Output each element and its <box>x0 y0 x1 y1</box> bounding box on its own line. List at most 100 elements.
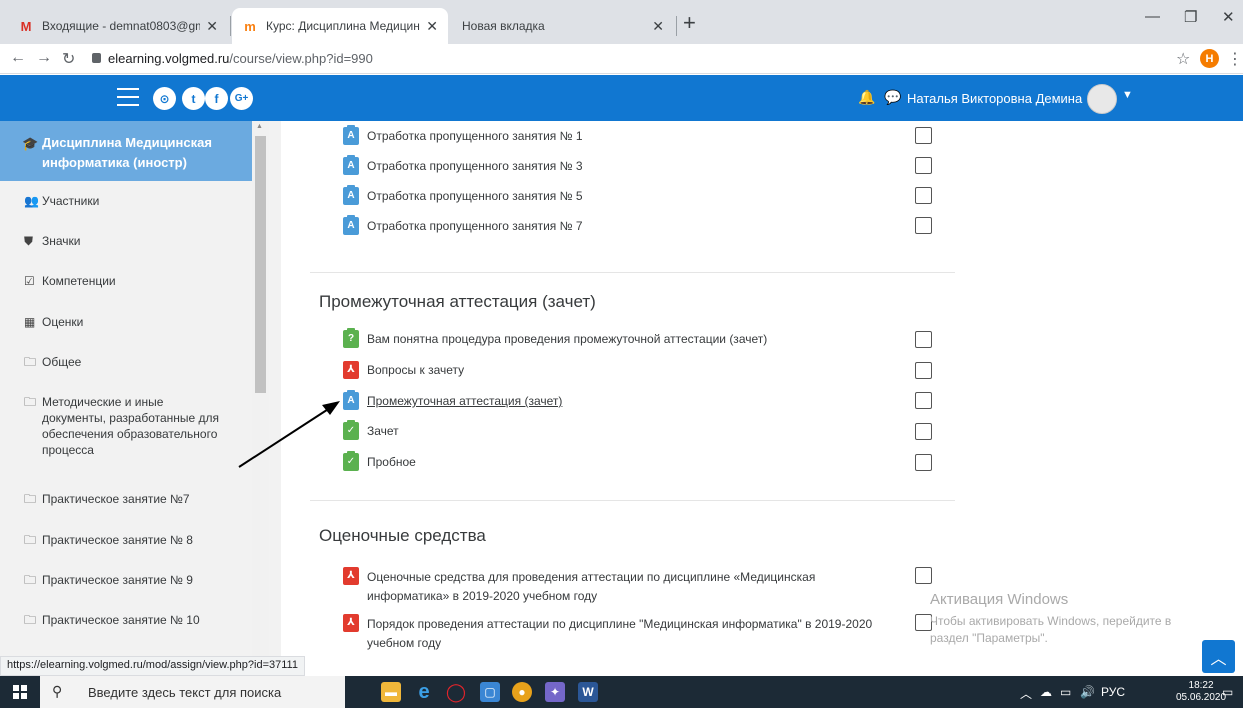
users-icon: 👥 <box>24 194 39 208</box>
chrome-icon[interactable]: ● <box>512 682 532 702</box>
chevron-up-icon: ︿ <box>1210 650 1227 668</box>
windows-taskbar: ⚲ Введите здесь текст для поиска ▬ e ◯ ▢… <box>0 676 1243 708</box>
pdf-icon: ⅄ <box>343 567 359 585</box>
sidebar-item-practice-7[interactable]: 🗀 Практическое занятие №7 <box>24 491 190 507</box>
volume-icon[interactable]: 🔊 <box>1080 685 1095 699</box>
browser-tabstrip: M Входящие - demnat0803@gmail ✕ m Курс: … <box>0 0 1243 44</box>
user-name[interactable]: Наталья Викторовна Демина <box>907 91 1082 106</box>
back-icon[interactable]: ← <box>10 49 26 67</box>
completion-checkbox[interactable] <box>915 157 932 174</box>
sidebar-item-methodical[interactable]: 🗀 Методические и иные документы, разработ… <box>24 394 224 458</box>
activity-link[interactable]: Промежуточная аттестация (зачет) <box>367 394 562 408</box>
sidebar-item-practice-9[interactable]: 🗀 Практическое занятие № 9 <box>24 572 193 588</box>
browser-toolbar: ← → ↻ elearning.volgmed.ru/course/view.p… <box>0 44 1243 74</box>
viewer-icon[interactable]: ✦ <box>545 682 565 702</box>
google-icon[interactable]: ⊙ <box>153 87 176 110</box>
completion-checkbox[interactable] <box>915 454 932 471</box>
notifications-icon[interactable]: ▭ <box>1222 685 1233 699</box>
twitter-icon[interactable]: t <box>182 87 205 110</box>
status-bar-url: https://elearning.volgmed.ru/mod/assign/… <box>0 656 305 676</box>
cloud-icon[interactable]: ☁ <box>1040 685 1052 699</box>
folder-icon: 🗀 <box>24 613 37 627</box>
activity-link[interactable]: Отработка пропущенного занятия № 5 <box>367 189 583 203</box>
google-plus-icon[interactable]: G+ <box>230 87 253 110</box>
section-divider <box>310 500 955 501</box>
completion-checkbox[interactable] <box>915 127 932 144</box>
folder-icon: 🗀 <box>24 492 37 506</box>
site-header: ⊙ t f G+ 🔔 💬 Наталья Викторовна Демина ▼ <box>0 75 1243 121</box>
close-tab-icon[interactable]: ✕ <box>652 18 664 35</box>
forward-icon[interactable]: → <box>36 49 52 67</box>
folder-icon: 🗀 <box>24 533 37 547</box>
tab-new[interactable]: Новая вкладка ✕ <box>452 8 674 44</box>
activity-link[interactable]: Пробное <box>367 455 416 469</box>
taskbar-search-input[interactable]: ⚲ Введите здесь текст для поиска <box>40 676 345 708</box>
completion-checkbox[interactable] <box>915 423 932 440</box>
windows-start-icon[interactable] <box>13 685 27 699</box>
menu-kebab-icon[interactable]: ⋮ <box>1227 49 1243 69</box>
close-tab-icon[interactable]: ✕ <box>426 18 438 35</box>
completion-checkbox[interactable] <box>915 392 932 409</box>
sidebar-item-badges[interactable]: ⛊ Значки <box>24 233 81 249</box>
file-explorer-icon[interactable]: ▬ <box>381 682 401 702</box>
activity-link[interactable]: Отработка пропущенного занятия № 1 <box>367 129 583 143</box>
sidebar-item-practice-8[interactable]: 🗀 Практическое занятие № 8 <box>24 532 193 548</box>
scroll-up-icon[interactable]: ▲ <box>256 123 263 130</box>
section-divider <box>310 272 955 273</box>
language-indicator[interactable]: РУС <box>1101 685 1125 699</box>
close-window-icon[interactable]: ✕ <box>1222 8 1235 26</box>
sidebar-item-competencies[interactable]: ☑ Компетенции <box>24 273 116 289</box>
activity-link[interactable]: Отработка пропущенного занятия № 3 <box>367 159 583 173</box>
shield-icon: ⛊ <box>24 234 34 248</box>
restore-icon[interactable]: ❐ <box>1184 8 1197 26</box>
minimize-icon[interactable]: — <box>1145 8 1160 25</box>
activity-link[interactable]: Отработка пропущенного занятия № 7 <box>367 219 583 233</box>
facebook-icon[interactable]: f <box>205 87 228 110</box>
new-tab-icon[interactable]: + <box>683 10 696 36</box>
avatar[interactable] <box>1087 84 1117 114</box>
notification-bell-icon[interactable]: 🔔 <box>858 89 875 106</box>
profile-avatar[interactable]: Н <box>1200 49 1219 68</box>
clock[interactable]: 18:22 05.06.2020 <box>1176 680 1226 704</box>
tray-chevron-icon[interactable]: ︿ <box>1020 685 1032 702</box>
folder-icon: 🗀 <box>24 573 37 587</box>
address-bar[interactable]: elearning.volgmed.ru/course/view.php?id=… <box>108 51 373 66</box>
sidebar-item-participants[interactable]: 👥 Участники <box>24 193 99 209</box>
bookmark-star-icon[interactable]: ☆ <box>1176 49 1190 69</box>
activity-link[interactable]: Порядок проведения аттестации по дисципл… <box>367 615 872 653</box>
sidebar-item-general[interactable]: 🗀 Общее <box>24 354 81 370</box>
sidebar-item-grades[interactable]: ▦ Оценки <box>24 314 83 330</box>
activity-link[interactable]: Зачет <box>367 424 399 438</box>
completion-checkbox[interactable] <box>915 331 932 348</box>
edge-icon[interactable]: e <box>414 681 434 703</box>
hamburger-menu-icon[interactable] <box>117 88 139 112</box>
close-tab-icon[interactable]: ✕ <box>206 18 218 35</box>
opera-icon[interactable]: ◯ <box>446 682 466 702</box>
quiz-icon: A <box>343 155 359 175</box>
sidebar-scrollbar-thumb[interactable] <box>255 136 266 393</box>
activity-link[interactable]: Вопросы к зачету <box>367 363 464 377</box>
sidebar-item-practice-10[interactable]: 🗀 Практическое занятие № 10 <box>24 612 200 628</box>
gmail-icon: M <box>20 18 32 34</box>
tab-gmail[interactable]: M Входящие - demnat0803@gmail ✕ <box>8 8 228 44</box>
network-icon[interactable]: ▭ <box>1060 685 1071 699</box>
sidebar-item-course[interactable]: 🎓 Дисциплина Медицинская информатика (ин… <box>0 121 252 181</box>
completion-checkbox[interactable] <box>915 362 932 379</box>
completion-checkbox[interactable] <box>915 567 932 584</box>
activity-link[interactable]: Вам понятна процедура проведения промежу… <box>367 332 767 346</box>
quiz-icon: A <box>343 215 359 235</box>
app-icon[interactable]: ▢ <box>480 682 500 702</box>
chevron-down-icon[interactable]: ▼ <box>1122 89 1133 101</box>
completion-checkbox[interactable] <box>915 187 932 204</box>
folder-icon: 🗀 <box>24 355 37 369</box>
completion-checkbox[interactable] <box>915 217 932 234</box>
messages-icon[interactable]: 💬 <box>884 89 901 106</box>
reload-icon[interactable]: ↻ <box>62 49 75 69</box>
tab-separator <box>676 16 677 36</box>
table-icon: ▦ <box>24 315 36 329</box>
tab-separator <box>230 16 231 36</box>
activity-link[interactable]: Оценочные средства для проведения аттест… <box>367 568 815 606</box>
word-icon[interactable]: W <box>578 682 598 702</box>
tab-course[interactable]: m Курс: Дисциплина Медицинская ✕ <box>232 8 448 44</box>
back-to-top-button[interactable]: ︿ <box>1202 640 1235 673</box>
